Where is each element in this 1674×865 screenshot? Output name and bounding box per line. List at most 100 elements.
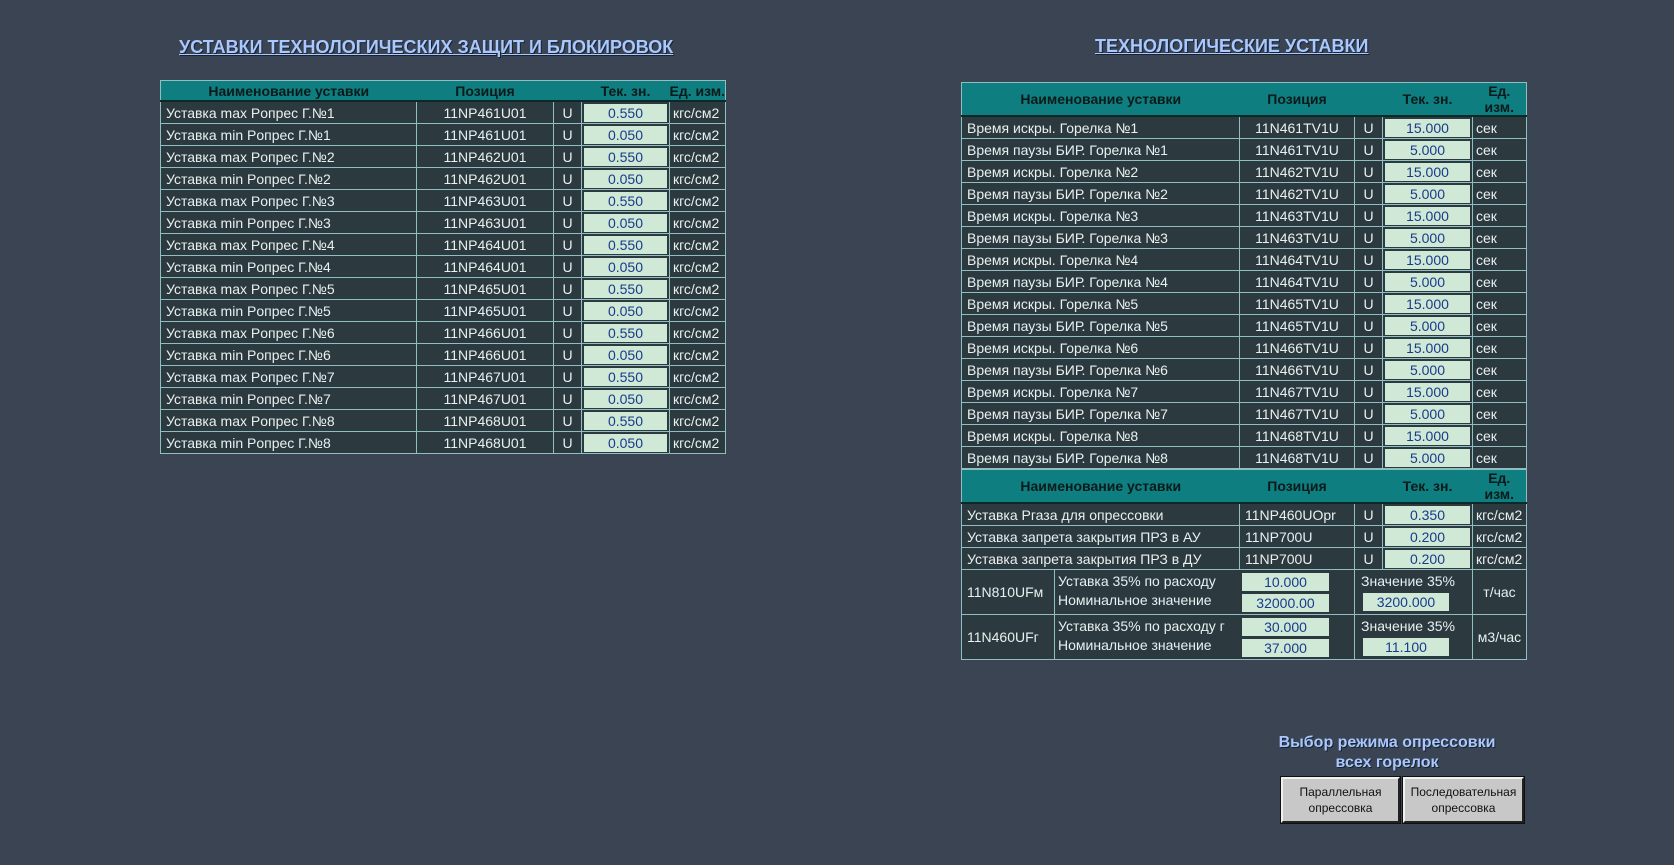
setpoint-name: Уставка min Pопрес Г.№2 — [160, 167, 417, 190]
setpoint-value-field[interactable]: 5.000 — [1385, 184, 1470, 203]
setpoint-value-field[interactable]: 0.050 — [584, 345, 667, 364]
setpoint-position: 11N464TV1U — [1239, 270, 1355, 293]
setpoint-value-field[interactable]: 0.550 — [584, 367, 667, 386]
flow-35-value: 3200.000 — [1363, 593, 1449, 611]
setpoint-position: 11N468TV1U — [1239, 424, 1355, 447]
setpoint-value-field[interactable]: 0.200 — [1385, 549, 1470, 568]
table-row: Время паузы БИР. Горелка №7 11N467TV1U U 5.… — [961, 402, 1527, 425]
setpoint-position: 11NP465U01 — [416, 277, 554, 300]
setpoint-value-cell: 15.000 — [1382, 424, 1473, 447]
setpoint-value-field[interactable]: 0.200 — [1385, 527, 1470, 546]
table-row: Уставка min Pопрес Г.№7 11NP467U01 U 0.050 к… — [160, 387, 726, 410]
setpoint-value-cell: 5.000 — [1382, 358, 1473, 381]
setpoint-value-cell: 0.050 — [581, 211, 670, 234]
setpoint-unit: сек — [1472, 314, 1527, 337]
setpoint-unit: сек — [1472, 115, 1527, 139]
setpoint-value-field[interactable]: 15.000 — [1385, 206, 1470, 225]
mode-title-line2: всех горелок — [1335, 754, 1439, 771]
setpoint-value-field[interactable]: 5.000 — [1385, 140, 1470, 159]
table-row: Время искры. Горелка №5 11N465TV1U U 15.000… — [961, 292, 1527, 315]
header-current-value: Тек. зн. — [1382, 82, 1473, 117]
setpoint-value-field[interactable]: 0.050 — [584, 213, 667, 232]
setpoint-u-flag: U — [1354, 292, 1383, 315]
setpoint-u-flag: U — [1354, 336, 1383, 359]
setpoint-value-field[interactable]: 0.050 — [584, 169, 667, 188]
setpoint-value-field[interactable]: 5.000 — [1385, 316, 1470, 335]
setpoint-value-field[interactable]: 5.000 — [1385, 404, 1470, 423]
setpoint-value-field[interactable]: 0.550 — [584, 235, 667, 254]
setpoint-value-cell: 0.050 — [581, 343, 670, 366]
setpoint-unit: кгс/см2 — [1472, 547, 1527, 570]
setpoint-value-field[interactable]: 15.000 — [1385, 162, 1470, 181]
flow-label-nominal: Номинальное значение — [1058, 637, 1212, 653]
setpoint-u-flag: U — [1354, 226, 1383, 249]
header-name: Наименование уставки — [961, 469, 1240, 504]
setpoint-u-flag: U — [553, 233, 582, 256]
setpoint-value-field[interactable]: 5.000 — [1385, 448, 1470, 467]
setpoint-value-field[interactable]: 0.050 — [584, 257, 667, 276]
table-row: Уставка max Pопрес Г.№2 11NP462U01 U 0.550 к… — [160, 145, 726, 168]
setpoint-value-field[interactable]: 0.550 — [584, 279, 667, 298]
setpoint-value-field[interactable]: 0.350 — [1385, 505, 1470, 524]
setpoint-value-cell: 0.350 — [1382, 502, 1473, 526]
parallel-label-line1: Параллельная — [1299, 785, 1382, 799]
setpoint-value-cell: 5.000 — [1382, 226, 1473, 249]
table-row: Уставка min Pопрес Г.№5 11NP465U01 U 0.050 к… — [160, 299, 726, 322]
setpoint-value-field[interactable]: 15.000 — [1385, 294, 1470, 313]
setpoint-value-field[interactable]: 15.000 — [1385, 118, 1470, 137]
setpoint-value-cell: 15.000 — [1382, 115, 1473, 139]
setpoint-u-flag: U — [1354, 160, 1383, 183]
setpoint-value-field[interactable]: 15.000 — [1385, 382, 1470, 401]
setpoint-u-flag: U — [1354, 138, 1383, 161]
flow-label-setpoint: Уставка 35% по расходу г — [1058, 618, 1225, 634]
setpoint-u-flag: U — [1354, 358, 1383, 381]
setpoint-value-field[interactable]: 5.000 — [1385, 360, 1470, 379]
setpoint-u-flag: U — [553, 431, 582, 454]
setpoint-value-field[interactable]: 0.050 — [584, 125, 667, 144]
table-row: Уставка max Pопрес Г.№6 11NP466U01 U 0.550 к… — [160, 321, 726, 344]
setpoint-position: 11N465TV1U — [1239, 314, 1355, 337]
setpoint-value-field[interactable]: 0.550 — [584, 191, 667, 210]
parallel-pressure-test-button[interactable]: Параллельная опрессовка — [1281, 777, 1400, 823]
left-section-title: УСТАВКИ ТЕХНОЛОГИЧЕСКИХ ЗАЩИТ И БЛОКИРОВ… — [179, 37, 674, 57]
table-row: Уставка max Pопрес Г.№5 11NP465U01 U 0.550 к… — [160, 277, 726, 300]
flow-setpoint-field[interactable]: 30.000 — [1242, 618, 1329, 636]
protection-setpoints-table: Наименование уставки Позиция Тек. зн. Ед… — [160, 80, 726, 454]
setpoint-name: Время паузы БИР. Горелка №8 — [961, 446, 1240, 469]
sequential-pressure-test-button[interactable]: Последовательная опрессовка — [1403, 777, 1524, 823]
setpoint-name: Уставка max Pопрес Г.№3 — [160, 189, 417, 212]
setpoint-value-field[interactable]: 15.000 — [1385, 338, 1470, 357]
setpoint-value-cell: 5.000 — [1382, 270, 1473, 293]
setpoint-value-field[interactable]: 0.050 — [584, 433, 667, 452]
header-unit: Ед. изм. — [669, 80, 726, 102]
setpoint-u-flag: U — [1354, 115, 1383, 139]
setpoint-value-cell: 0.050 — [581, 167, 670, 190]
setpoint-value-field[interactable]: 15.000 — [1385, 426, 1470, 445]
setpoint-value-cell: 0.550 — [581, 233, 670, 256]
setpoint-value-field[interactable]: 0.550 — [584, 323, 667, 342]
setpoint-value-field[interactable]: 15.000 — [1385, 250, 1470, 269]
header-u — [553, 80, 582, 102]
flow-nominal-field[interactable]: 37.000 — [1242, 639, 1329, 657]
setpoint-value-field[interactable]: 5.000 — [1385, 272, 1470, 291]
setpoint-u-flag: U — [553, 211, 582, 234]
table-row: Время паузы БИР. Горелка №8 11N468TV1U U 5.… — [961, 446, 1527, 469]
setpoint-name: Уставка min Pопрес Г.№3 — [160, 211, 417, 234]
setpoint-value-field[interactable]: 0.550 — [584, 103, 667, 122]
table-row: Уставка max Pопрес Г.№3 11NP463U01 U 0.550 к… — [160, 189, 726, 212]
flow-nominal-field[interactable]: 32000.00 — [1242, 594, 1329, 612]
flow-setpoint-field[interactable]: 10.000 — [1242, 573, 1329, 591]
setpoint-position: 11NP467U01 — [416, 365, 554, 388]
setpoint-value-cell: 0.050 — [581, 387, 670, 410]
setpoint-value-field[interactable]: 0.050 — [584, 301, 667, 320]
setpoint-value-field[interactable]: 0.050 — [584, 389, 667, 408]
setpoint-unit: кгс/см2 — [669, 100, 726, 124]
setpoint-unit: кгс/см2 — [669, 189, 726, 212]
setpoint-value-cell: 5.000 — [1382, 182, 1473, 205]
setpoint-value-field[interactable]: 0.550 — [584, 411, 667, 430]
setpoint-unit: сек — [1472, 358, 1527, 381]
setpoint-value-field[interactable]: 0.550 — [584, 147, 667, 166]
setpoint-value-field[interactable]: 5.000 — [1385, 228, 1470, 247]
setpoint-u-flag: U — [1354, 446, 1383, 469]
header-u — [1354, 82, 1383, 117]
